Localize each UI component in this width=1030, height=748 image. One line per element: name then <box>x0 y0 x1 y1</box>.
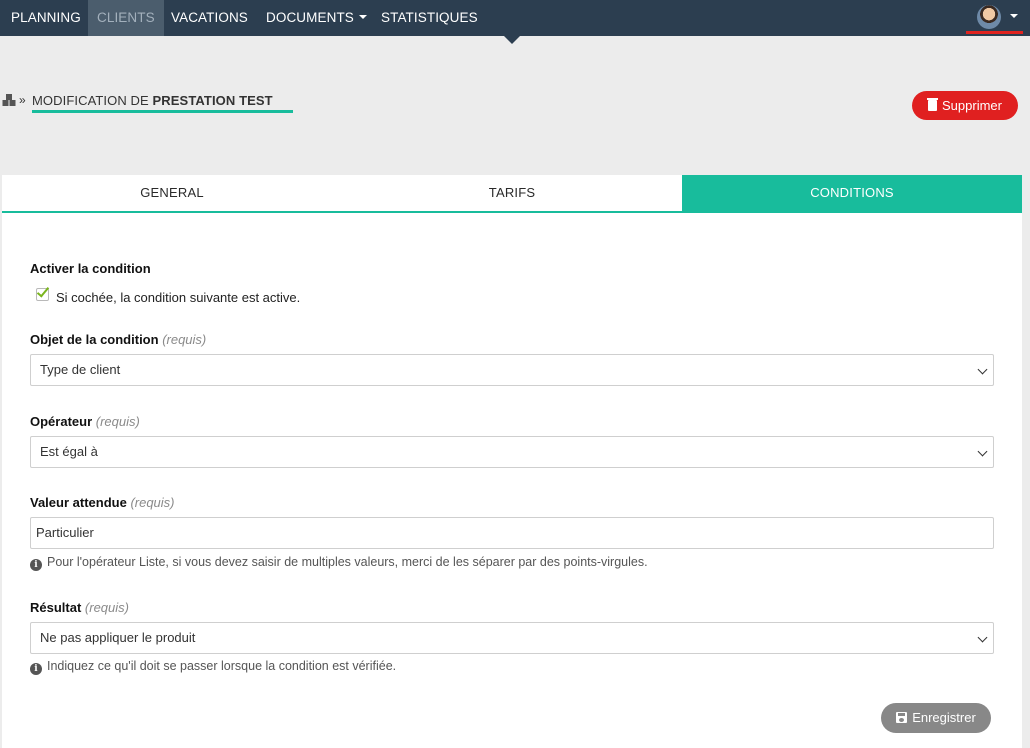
nav-item-documents[interactable]: DOCUMENTS <box>257 0 376 36</box>
object-select[interactable]: Type de client <box>30 354 994 386</box>
activate-checkbox-text: Si cochée, la condition suivante est act… <box>56 290 301 305</box>
nav-item-label: VACATIONS <box>171 10 248 25</box>
operator-select-value: Est égal à <box>40 444 98 459</box>
tab-label: GENERAL <box>140 185 204 200</box>
title-underline <box>32 110 293 113</box>
expected-value-help: i Pour l'opérateur Liste, si vous devez s… <box>30 555 648 571</box>
tab-label: CONDITIONS <box>810 185 894 200</box>
tab-tarifs[interactable]: TARIFS <box>342 175 682 211</box>
result-help-text: Indiquez ce qu'il doit se passer lorsque… <box>47 659 397 673</box>
result-select[interactable]: Ne pas appliquer le produit <box>30 622 994 654</box>
page-title-prefix: MODIFICATION DE <box>32 93 149 108</box>
operator-select[interactable]: Est égal à <box>30 436 994 468</box>
caret-down-icon <box>1010 14 1018 18</box>
object-label-text: Objet de la condition <box>30 332 159 347</box>
expected-value-label: Valeur attendue (requis) <box>30 495 175 510</box>
object-select-value: Type de client <box>40 362 121 377</box>
required-marker: (requis) <box>95 414 140 429</box>
result-select-value: Ne pas appliquer le produit <box>40 630 196 645</box>
top-navbar: PLANNING CLIENTS VACATIONS DOCUMENTS STA… <box>0 0 1030 36</box>
result-label: Résultat (requis) <box>30 600 129 615</box>
nav-item-clients[interactable]: CLIENTS <box>88 0 164 36</box>
save-button-label: Enregistrer <box>912 710 976 725</box>
save-button[interactable]: Enregistrer <box>881 703 991 733</box>
nav-item-label: CLIENTS <box>97 10 155 25</box>
trash-icon <box>927 98 939 111</box>
tab-bar: GENERAL TARIFS CONDITIONS <box>2 175 1022 213</box>
user-menu[interactable] <box>966 0 1023 36</box>
result-label-text: Résultat <box>30 600 82 615</box>
nav-item-label: STATISTIQUES <box>381 10 478 25</box>
chevron-down-icon <box>977 632 988 643</box>
required-marker: (requis) <box>84 600 129 615</box>
caret-down-icon <box>358 15 367 20</box>
object-label: Objet de la condition (requis) <box>30 332 206 347</box>
tab-general[interactable]: GENERAL <box>2 175 342 211</box>
delete-button-label: Supprimer <box>942 98 1002 113</box>
cubes-icon <box>2 94 16 106</box>
operator-label-text: Opérateur <box>30 414 93 429</box>
save-icon <box>896 712 908 723</box>
activate-checkbox[interactable] <box>36 284 50 301</box>
page-title-name: PRESTATION TEST <box>152 93 273 108</box>
required-marker: (requis) <box>130 495 175 510</box>
nav-item-vacations[interactable]: VACATIONS <box>162 0 257 36</box>
expected-value-label-text: Valeur attendue <box>30 495 127 510</box>
user-menu-indicator <box>966 31 1023 34</box>
nav-item-statistiques[interactable]: STATISTIQUES <box>372 0 487 36</box>
info-icon: i <box>30 663 42 675</box>
breadcrumb-separator: » <box>19 93 26 107</box>
tab-conditions[interactable]: CONDITIONS <box>682 175 1022 213</box>
avatar <box>977 5 1001 29</box>
expected-value-text: Particulier <box>36 525 94 540</box>
tab-label: TARIFS <box>488 185 536 200</box>
result-help: i Indiquez ce qu'il doit se passer lorsqu… <box>30 659 396 675</box>
nav-item-label: PLANNING <box>11 10 81 25</box>
activate-label: Activer la condition <box>30 261 151 276</box>
expected-value-help-text: Pour l'opérateur Liste, si vous devez sa… <box>47 555 648 569</box>
required-marker: (requis) <box>162 332 207 347</box>
chevron-down-icon <box>977 364 988 375</box>
page-title: MODIFICATION DE PRESTATION TEST <box>32 93 273 108</box>
delete-button[interactable]: Supprimer <box>912 91 1018 120</box>
active-nav-pointer <box>504 36 520 44</box>
operator-label: Opérateur (requis) <box>30 414 140 429</box>
expected-value-input[interactable]: Particulier <box>30 517 994 549</box>
chevron-down-icon <box>977 446 988 457</box>
nav-item-label: DOCUMENTS <box>266 10 354 25</box>
nav-item-planning[interactable]: PLANNING <box>2 0 90 36</box>
info-icon: i <box>30 559 42 571</box>
